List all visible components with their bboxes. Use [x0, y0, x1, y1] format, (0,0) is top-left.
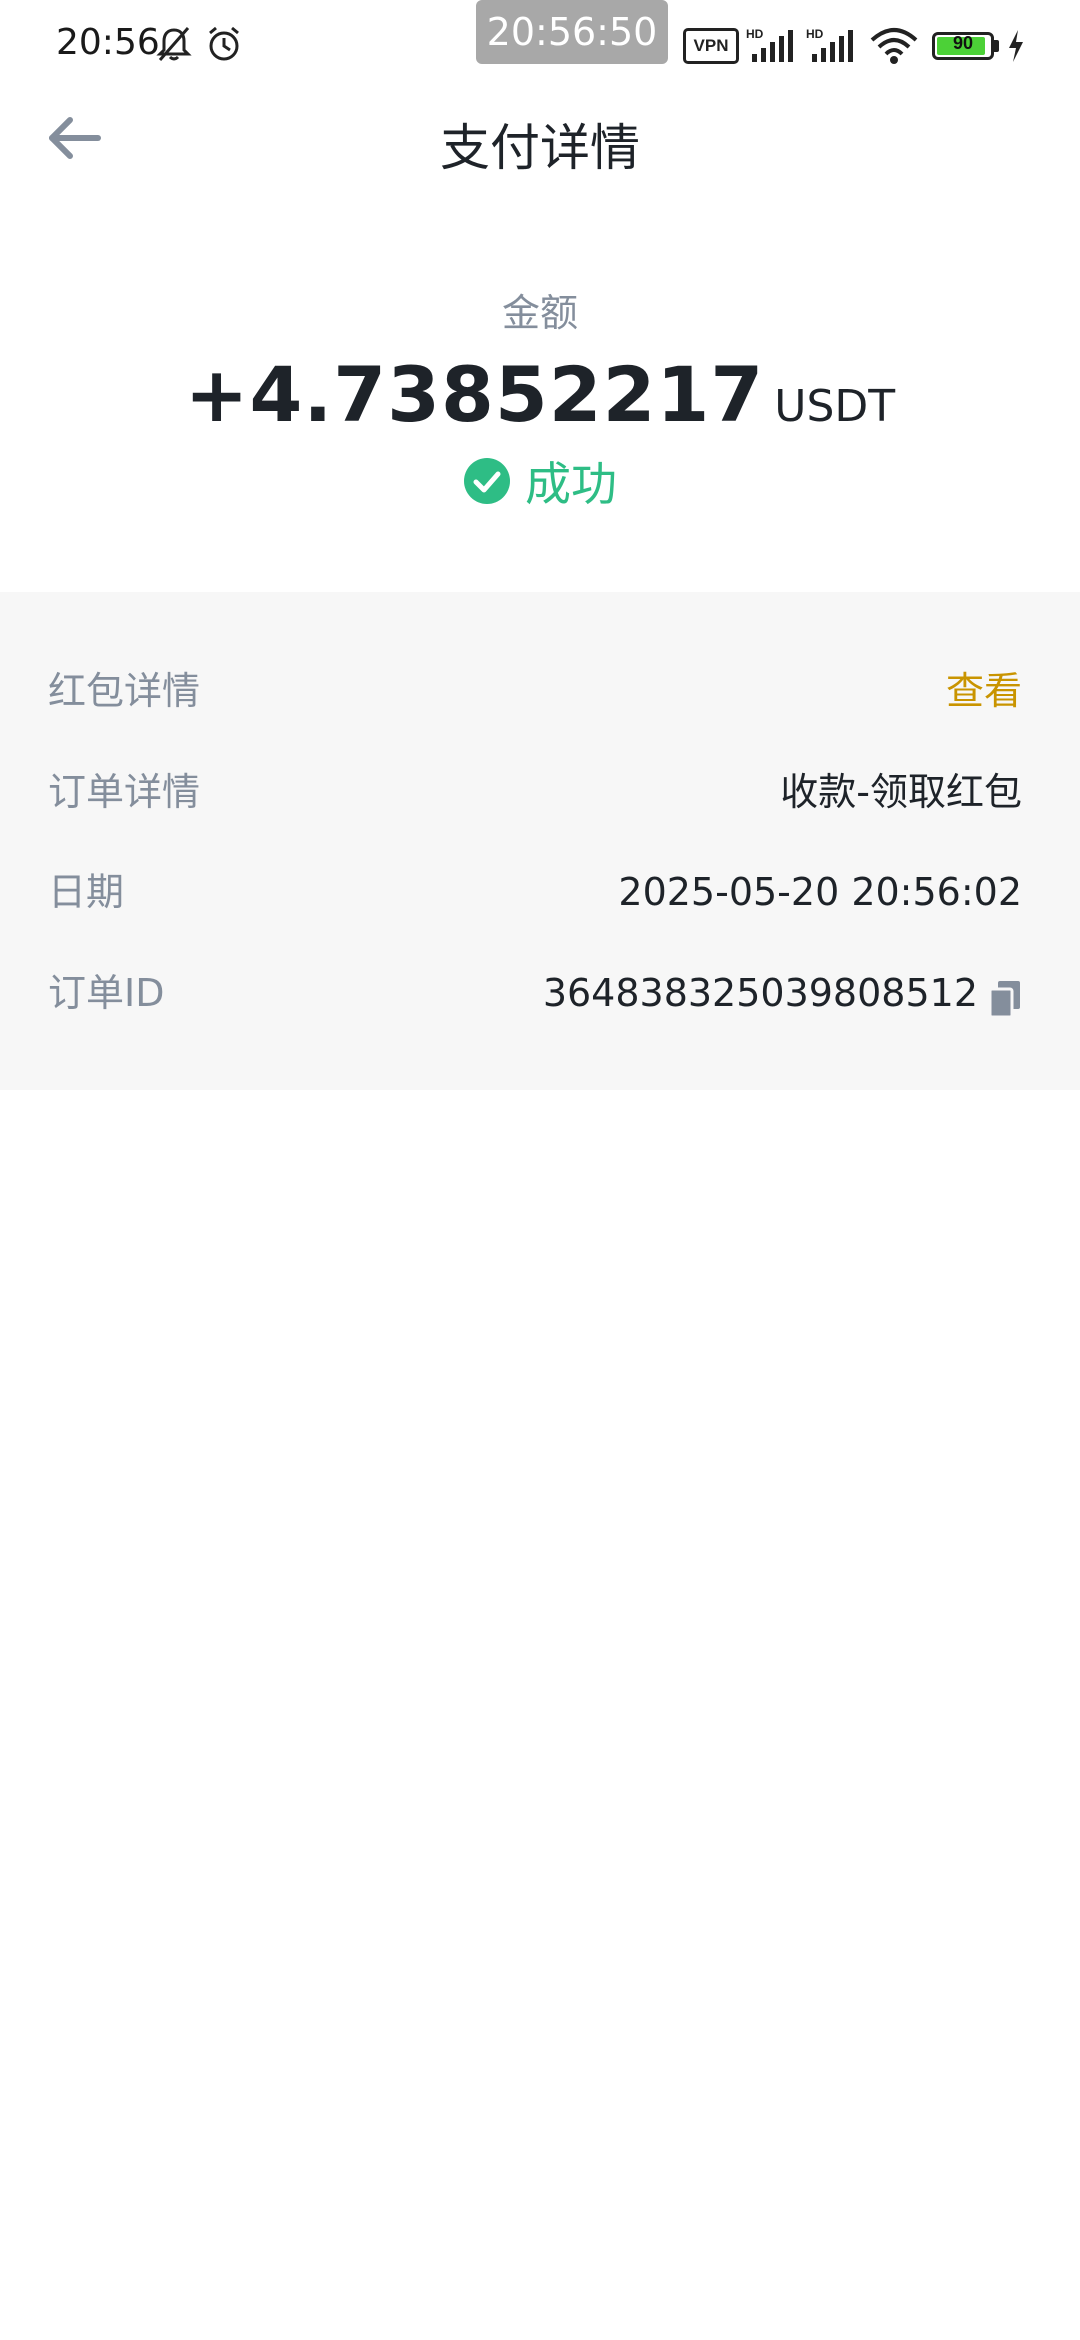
status-text: 成功: [525, 457, 617, 511]
detail-label: 订单ID: [48, 971, 165, 1015]
vpn-badge: VPN: [683, 28, 739, 64]
view-link[interactable]: 查看: [946, 661, 1022, 721]
amount-label: 金额: [501, 291, 578, 335]
battery-icon: 90: [932, 32, 994, 60]
details-panel: 红包详情 查看 订单详情 收款-领取红包 日期 2025-05-20 20:56…: [0, 592, 1080, 1090]
charging-icon: [1006, 26, 1026, 66]
battery-level: 90: [952, 33, 974, 53]
detail-row-order-id: 订单ID 364838325039808512: [48, 963, 1022, 1023]
status-bar: 20:56 20:56:50 VPN HD HD 90: [0, 0, 1080, 90]
amount-value: +4.73852217: [184, 350, 765, 439]
detail-row-redpacket: 红包详情 查看: [48, 661, 1022, 721]
mute-bell-icon: [154, 24, 194, 64]
detail-label: 红包详情: [48, 669, 201, 713]
order-id-value: 364838325039808512: [543, 963, 1022, 1023]
copy-icon[interactable]: [988, 976, 1022, 1018]
amount-row: +4.73852217 USDT: [0, 350, 1080, 439]
signal-icon: HD: [806, 26, 862, 66]
amount-unit: USDT: [774, 381, 896, 432]
alarm-icon: [204, 24, 244, 64]
svg-text:HD: HD: [806, 27, 824, 41]
wifi-icon: [868, 26, 920, 66]
check-circle-icon: [463, 457, 511, 505]
detail-row-date: 日期 2025-05-20 20:56:02: [48, 862, 1022, 922]
detail-label: 订单详情: [48, 770, 201, 814]
detail-value: 收款-领取红包: [780, 770, 1022, 814]
status-row: 成功: [0, 448, 1080, 514]
detail-label: 日期: [48, 870, 125, 914]
page-title: 支付详情: [440, 119, 640, 177]
signal-icon: HD: [746, 26, 802, 66]
status-time: 20:56: [56, 22, 160, 63]
order-id-text: 364838325039808512: [542, 971, 978, 1015]
detail-row-order: 订单详情 收款-领取红包: [48, 762, 1022, 822]
clock-overlay: 20:56:50: [476, 0, 668, 64]
svg-text:HD: HD: [746, 27, 764, 41]
detail-value: 2025-05-20 20:56:02: [618, 870, 1022, 914]
